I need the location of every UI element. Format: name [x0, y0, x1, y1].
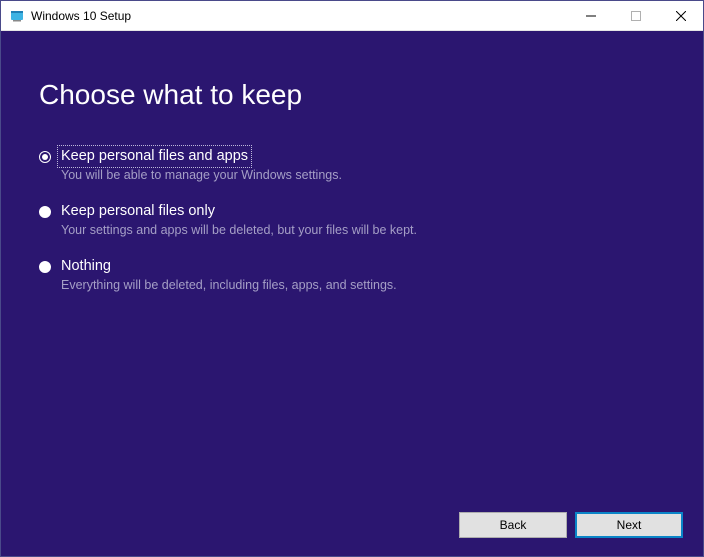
- options-group: Keep personal files and apps You will be…: [39, 147, 665, 312]
- next-button[interactable]: Next: [575, 512, 683, 538]
- option-label: Nothing: [61, 257, 111, 276]
- option-label: Keep personal files only: [61, 202, 215, 221]
- option-text: Keep personal files only Your settings a…: [61, 202, 417, 237]
- option-description: You will be able to manage your Windows …: [61, 168, 342, 182]
- option-text: Keep personal files and apps You will be…: [61, 147, 342, 182]
- maximize-button: [613, 1, 658, 31]
- option-keep-files-only[interactable]: Keep personal files only Your settings a…: [39, 202, 665, 237]
- radio-icon: [39, 206, 51, 218]
- back-button[interactable]: Back: [459, 512, 567, 538]
- window-title: Windows 10 Setup: [31, 9, 131, 23]
- option-label: Keep personal files and apps: [59, 147, 250, 166]
- option-keep-files-apps[interactable]: Keep personal files and apps You will be…: [39, 147, 665, 182]
- option-nothing[interactable]: Nothing Everything will be deleted, incl…: [39, 257, 665, 292]
- titlebar: Windows 10 Setup: [1, 1, 703, 31]
- content-area: Choose what to keep Keep personal files …: [1, 31, 703, 556]
- option-description: Your settings and apps will be deleted, …: [61, 223, 417, 237]
- minimize-button[interactable]: [568, 1, 613, 31]
- option-description: Everything will be deleted, including fi…: [61, 278, 397, 292]
- app-icon: [9, 8, 25, 24]
- radio-icon: [39, 151, 51, 163]
- footer-buttons: Back Next: [459, 512, 683, 538]
- close-button[interactable]: [658, 1, 703, 31]
- radio-icon: [39, 261, 51, 273]
- setup-window: Windows 10 Setup Choose what to keep Kee…: [0, 0, 704, 557]
- option-text: Nothing Everything will be deleted, incl…: [61, 257, 397, 292]
- page-heading: Choose what to keep: [39, 79, 665, 111]
